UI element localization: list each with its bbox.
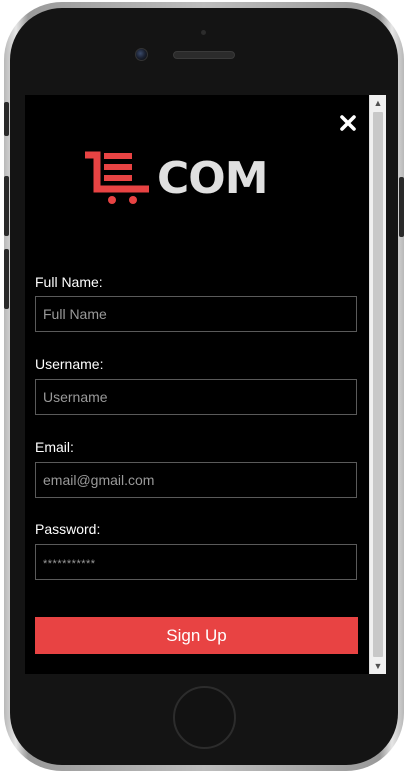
scroll-down-arrow[interactable]: ▼ [370, 658, 386, 674]
scroll-thumb[interactable] [373, 112, 383, 657]
home-button[interactable] [173, 686, 236, 749]
front-camera [135, 48, 148, 61]
password-label: Password: [35, 521, 101, 537]
full-name-input[interactable] [35, 296, 357, 332]
earpiece-speaker [173, 51, 235, 59]
volume-up-button [4, 176, 9, 236]
cart-logo-icon [85, 151, 149, 204]
email-input[interactable] [35, 462, 357, 498]
scrollbar[interactable]: ▲ ▼ [369, 95, 386, 674]
email-label: Email: [35, 439, 74, 455]
volume-down-button [4, 249, 9, 309]
proximity-sensor [201, 30, 206, 35]
password-input[interactable] [35, 544, 357, 580]
scroll-up-arrow[interactable]: ▲ [370, 95, 386, 111]
close-icon [340, 115, 356, 131]
close-button[interactable] [338, 113, 358, 133]
power-button [399, 177, 404, 237]
sign-up-button[interactable]: Sign Up [35, 617, 358, 654]
app-screen: COM Full Name: Username: Email: Password… [25, 95, 386, 674]
username-label: Username: [35, 356, 104, 372]
full-name-label: Full Name: [35, 274, 103, 290]
username-input[interactable] [35, 379, 357, 415]
mute-switch [4, 102, 9, 136]
logo-text: COM [157, 153, 268, 204]
brand-logo: COM [83, 149, 268, 209]
